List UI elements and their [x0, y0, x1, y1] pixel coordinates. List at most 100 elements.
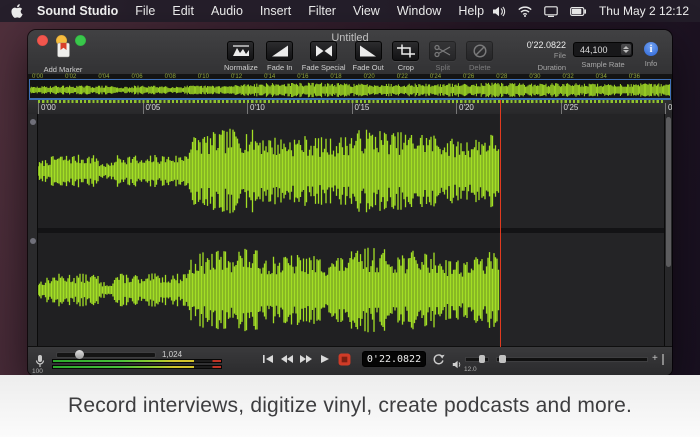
sample-rate-select[interactable]: 44,100	[573, 42, 633, 57]
volume-slider-thumb[interactable]	[479, 355, 485, 363]
app-menu-title[interactable]: Sound Studio	[37, 4, 118, 18]
display-icon[interactable]	[544, 6, 558, 17]
overview-tick-label: 0'16	[297, 74, 308, 80]
tool-label: Fade Out	[353, 63, 384, 72]
sample-rate-value: 44,100	[580, 45, 608, 55]
menu-item-edit[interactable]: Edit	[172, 4, 194, 18]
tool-label: Fade Special	[302, 63, 346, 72]
fast-forward-button[interactable]	[298, 352, 314, 366]
add-marker-label: Add Marker	[44, 65, 83, 74]
rewind-button[interactable]	[279, 352, 295, 366]
overview-tick-label: 0'30	[529, 74, 540, 80]
tool-normalize[interactable]: Normalize	[224, 41, 258, 72]
menu-item-help[interactable]: Help	[458, 4, 484, 18]
duration-display: 0'22.0822 File Duration	[490, 40, 566, 72]
info-icon: i	[650, 44, 653, 55]
overview-tick-label: 0'14	[264, 74, 275, 80]
loop-button[interactable]	[432, 353, 445, 368]
fade-special-icon	[310, 41, 337, 61]
add-marker-button[interactable]: Add Marker	[36, 42, 90, 74]
apple-menu-icon[interactable]	[11, 4, 23, 18]
overview-tick-label: 0'04	[98, 74, 109, 80]
overview-tick-label: 0'22	[397, 74, 408, 80]
menu-item-file[interactable]: File	[135, 4, 155, 18]
duration-value: 0'22.0822	[490, 40, 566, 50]
overview-tick-label: 0'28	[496, 74, 507, 80]
zoom-slider[interactable]	[56, 352, 156, 358]
crop-icon	[392, 41, 419, 61]
track-area[interactable]	[28, 114, 672, 347]
go-to-start-button[interactable]	[260, 352, 276, 366]
overview-tick-label: 0'12	[231, 74, 242, 80]
tool-label: Crop	[398, 63, 414, 72]
status-icons	[492, 6, 587, 17]
wifi-icon[interactable]	[518, 6, 532, 17]
tool-split: Split	[428, 41, 458, 72]
timeline-ruler[interactable]: 0'000'050'100'150'200'250'30	[28, 100, 672, 115]
menu-item-insert[interactable]: Insert	[260, 4, 291, 18]
tool-crop[interactable]: Crop	[391, 41, 421, 72]
vertical-scrollbar[interactable]	[664, 114, 672, 347]
overview-tick-label: 0'18	[330, 74, 341, 80]
bottom-bar: 100 1,024	[28, 346, 672, 375]
ruler-tick-mark	[456, 103, 457, 114]
caption-band: Record interviews, digitize vinyl, creat…	[0, 375, 700, 437]
volume-icon[interactable]	[492, 6, 506, 17]
menu-item-window[interactable]: Window	[397, 4, 441, 18]
menu-item-filter[interactable]: Filter	[308, 4, 336, 18]
overview-tick-label: 0'02	[65, 74, 76, 80]
overview-tick-label: 0'10	[198, 74, 209, 80]
zoom-slider-thumb[interactable]	[75, 350, 84, 359]
battery-icon[interactable]	[570, 7, 587, 16]
overview-tick-label: 0'20	[364, 74, 375, 80]
input-level-meter-right	[52, 365, 222, 369]
zoom-value[interactable]: 1,024	[162, 350, 182, 359]
channel-separator	[38, 228, 664, 233]
add-marker-icon	[56, 42, 71, 63]
menu-items: File Edit Audio Insert Filter View Window Help	[135, 4, 484, 18]
menu-item-audio[interactable]: Audio	[211, 4, 243, 18]
menu-bar-status: Thu May 2 12:12	[492, 4, 689, 18]
window-header: Untitled Add Marker NormalizeFade InFade…	[28, 30, 672, 75]
volume-slider[interactable]	[465, 357, 489, 362]
overview-strip[interactable]: 0'000'020'040'060'080'100'120'140'160'18…	[28, 74, 672, 101]
overview-tick-label: 0'06	[131, 74, 142, 80]
speaker-icon	[452, 356, 462, 374]
overview-tick-label: 0'00	[32, 74, 43, 80]
ruler-tick-mark	[143, 103, 144, 114]
info-button[interactable]: i	[644, 42, 658, 56]
stepper-icon[interactable]	[621, 44, 631, 55]
sound-studio-window: Untitled Add Marker NormalizeFade InFade…	[28, 30, 672, 375]
split-icon	[429, 41, 456, 61]
channel-2-handle[interactable]	[30, 238, 36, 244]
record-button[interactable]	[336, 352, 352, 366]
duration-file-label: File	[490, 51, 566, 60]
channel-1-handle[interactable]	[30, 119, 36, 125]
ruler-tick-label: 0'25	[564, 103, 579, 112]
ruler-tick-label: 0'00	[41, 103, 56, 112]
ruler-tick-mark	[665, 103, 666, 114]
overview-tick-label: 0'24	[430, 74, 441, 80]
overview-tick-label: 0'26	[463, 74, 474, 80]
menu-bar-clock[interactable]: Thu May 2 12:12	[599, 4, 689, 18]
ruler-tick-label: 0'15	[355, 103, 370, 112]
tool-fade-out[interactable]: Fade Out	[353, 41, 384, 72]
info-caption: Info	[645, 59, 658, 68]
seek-slider[interactable]	[496, 357, 648, 362]
scrollbar-thumb[interactable]	[666, 117, 671, 267]
sample-rate-control: 44,100 Sample Rate	[570, 42, 636, 69]
tool-fade-special[interactable]: Fade Special	[302, 41, 346, 72]
ruler-tick-mark	[561, 103, 562, 114]
playhead[interactable]	[500, 100, 502, 347]
menu-item-view[interactable]: View	[353, 4, 380, 18]
zoom-in-label[interactable]: +	[652, 353, 658, 364]
input-level-meter-left	[52, 359, 222, 363]
info-control: i Info	[637, 42, 665, 68]
normalize-icon	[227, 41, 254, 61]
seek-slider-thumb[interactable]	[499, 355, 506, 363]
tool-label: Normalize	[224, 63, 258, 72]
ruler-tick-mark	[247, 103, 248, 114]
play-button[interactable]	[317, 352, 333, 366]
overview-viewport[interactable]	[29, 79, 671, 100]
tool-fade-in[interactable]: Fade In	[265, 41, 295, 72]
